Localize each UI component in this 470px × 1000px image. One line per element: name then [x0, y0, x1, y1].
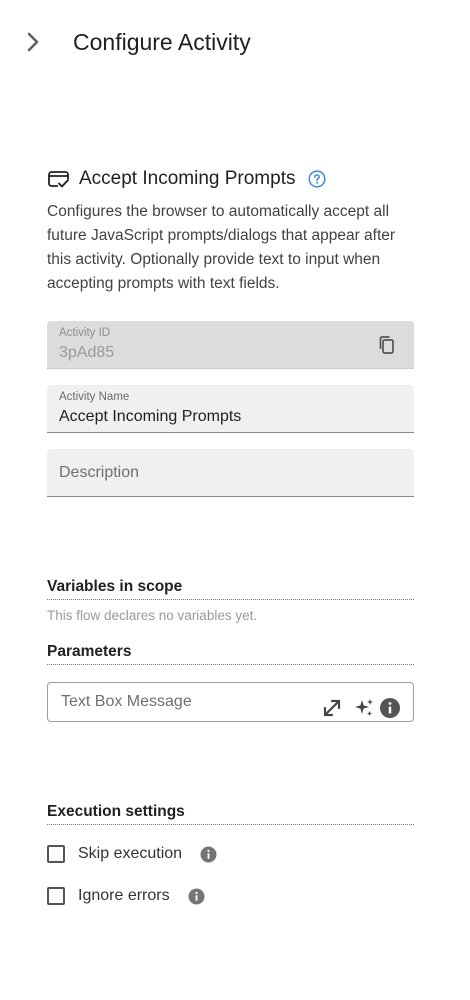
description-placeholder: Description — [59, 464, 140, 481]
ignore-errors-checkbox[interactable] — [47, 887, 65, 905]
activity-id-field: Activity ID 3pAd85 — [47, 321, 414, 369]
text-box-message-input[interactable]: Text Box Message — [47, 682, 414, 722]
activity-title: Accept Incoming Prompts — [79, 168, 296, 189]
copy-icon[interactable] — [377, 335, 397, 355]
activity-id-label: Activity ID — [59, 327, 111, 339]
ignore-errors-option[interactable]: Ignore errors — [47, 884, 205, 908]
page-title: Configure Activity — [73, 29, 251, 55]
activity-name-label: Activity Name — [59, 391, 130, 403]
activity-name-value[interactable]: Accept Incoming Prompts — [59, 408, 241, 426]
activity-heading: Accept Incoming Prompts — [47, 164, 417, 194]
info-icon[interactable] — [379, 697, 401, 719]
checked-card-icon — [48, 171, 69, 189]
expand-icon[interactable] — [321, 697, 343, 719]
collapse-panel-button[interactable] — [20, 28, 46, 56]
chevron-right-icon — [27, 32, 39, 52]
header: Configure Activity — [0, 0, 470, 84]
info-icon[interactable] — [188, 888, 205, 905]
skip-execution-option[interactable]: Skip execution — [47, 842, 217, 866]
activity-description: Configures the browser to automatically … — [47, 203, 396, 292]
skip-execution-checkbox[interactable] — [47, 845, 65, 863]
activity-name-field[interactable]: Activity Name Accept Incoming Prompts — [47, 385, 414, 433]
activity-id-value: 3pAd85 — [59, 344, 115, 361]
variables-section-title: Variables in scope — [47, 578, 414, 600]
parameters-section-title: Parameters — [47, 643, 414, 665]
variables-empty-note: This flow declares no variables yet. — [47, 608, 258, 623]
ignore-errors-label[interactable]: Ignore errors — [78, 887, 170, 905]
execution-section-title: Execution settings — [47, 803, 414, 825]
help-circle-icon[interactable] — [308, 170, 327, 188]
info-icon[interactable] — [200, 846, 217, 863]
description-field[interactable]: Description — [47, 449, 414, 497]
sparkles-icon[interactable] — [353, 697, 375, 719]
skip-execution-label[interactable]: Skip execution — [78, 845, 182, 863]
text-box-message-placeholder: Text Box Message — [61, 693, 192, 710]
